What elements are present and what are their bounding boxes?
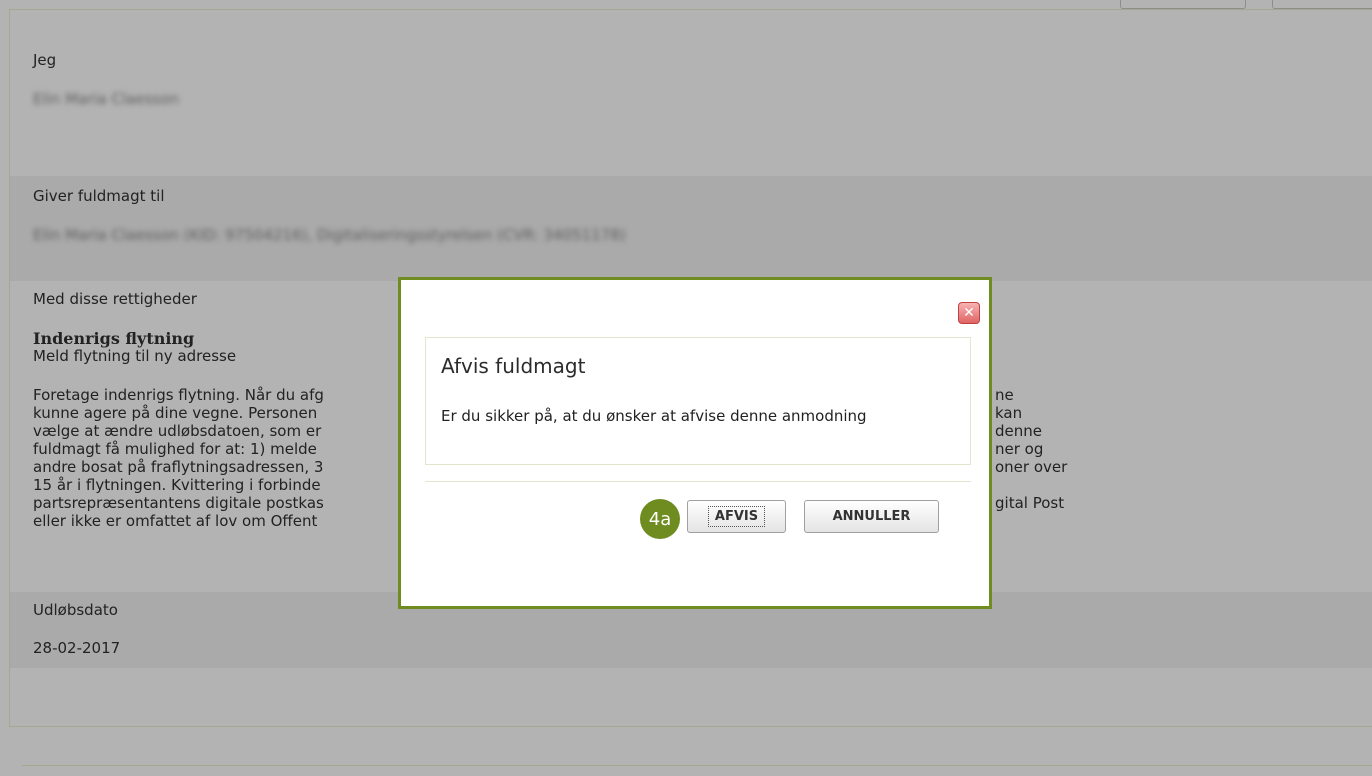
description-tail-line (995, 476, 1067, 494)
right-description: Foretage indenrigs flytning. Når du afg … (33, 386, 324, 530)
giver-row: Giver fuldmagt til Elin Maria Claesson (… (10, 176, 1372, 281)
description-line: fuldmagt få mulighed for at: 1) melde (33, 440, 317, 458)
rights-label: Med disse rettigheder (33, 290, 197, 308)
description-line: andre bosat på fraflytningsadressen, 3 (33, 458, 324, 476)
dialog-divider (425, 481, 971, 482)
dialog-content: Afvis fuldmagt Er du sikker på, at du øn… (425, 337, 971, 465)
next-panel (22, 765, 1372, 776)
top-button-left[interactable] (1120, 0, 1246, 9)
cancel-button[interactable]: ANNULLER (804, 500, 939, 533)
description-tail-line: oner over (995, 458, 1068, 476)
description-tail-line: denne (995, 422, 1042, 440)
reject-button[interactable]: AFVIS (687, 500, 786, 533)
description-line: vælge at ændre udløbsdatoen, som er (33, 422, 322, 440)
giver-value: Elin Maria Claesson (KID: 97504216), Dig… (33, 226, 626, 244)
me-label: Jeg (33, 51, 57, 69)
description-line: 15 år i flytningen. Kvittering i forbind… (33, 476, 321, 494)
close-icon[interactable]: ✕ (958, 302, 980, 324)
description-line: partsrepræsentantens digitale postkas (33, 494, 324, 512)
right-subtitle: Meld flytning til ny adresse (33, 347, 237, 365)
reject-button-label: AFVIS (707, 506, 766, 527)
step-badge: 4a (640, 499, 680, 539)
right-description-tail: ne kan denne ner og oner over gital Post (995, 386, 1067, 512)
description-tail-line: ne (995, 386, 1014, 404)
description-line: kunne agere på dine vegne. Personen (33, 404, 318, 422)
description-line: Foretage indenrigs flytning. Når du afg (33, 386, 324, 404)
description-tail-line: ner og (995, 440, 1044, 458)
description-tail-line: kan (995, 404, 1023, 422)
description-tail-line: gital Post (995, 494, 1065, 512)
dialog-title: Afvis fuldmagt (441, 354, 586, 378)
expiry-label: Udløbsdato (33, 601, 118, 619)
description-line: eller ikke er omfattet af lov om Offent (33, 512, 318, 530)
giver-label: Giver fuldmagt til (33, 187, 165, 205)
dialog-message: Er du sikker på, at du ønsker at afvise … (441, 407, 867, 425)
me-value: Elin Maria Claesson (33, 90, 179, 108)
expiry-value: 28-02-2017 (33, 639, 121, 657)
reject-authorization-dialog: ✕ Afvis fuldmagt Er du sikker på, at du … (398, 277, 992, 609)
top-button-right[interactable] (1272, 0, 1372, 9)
